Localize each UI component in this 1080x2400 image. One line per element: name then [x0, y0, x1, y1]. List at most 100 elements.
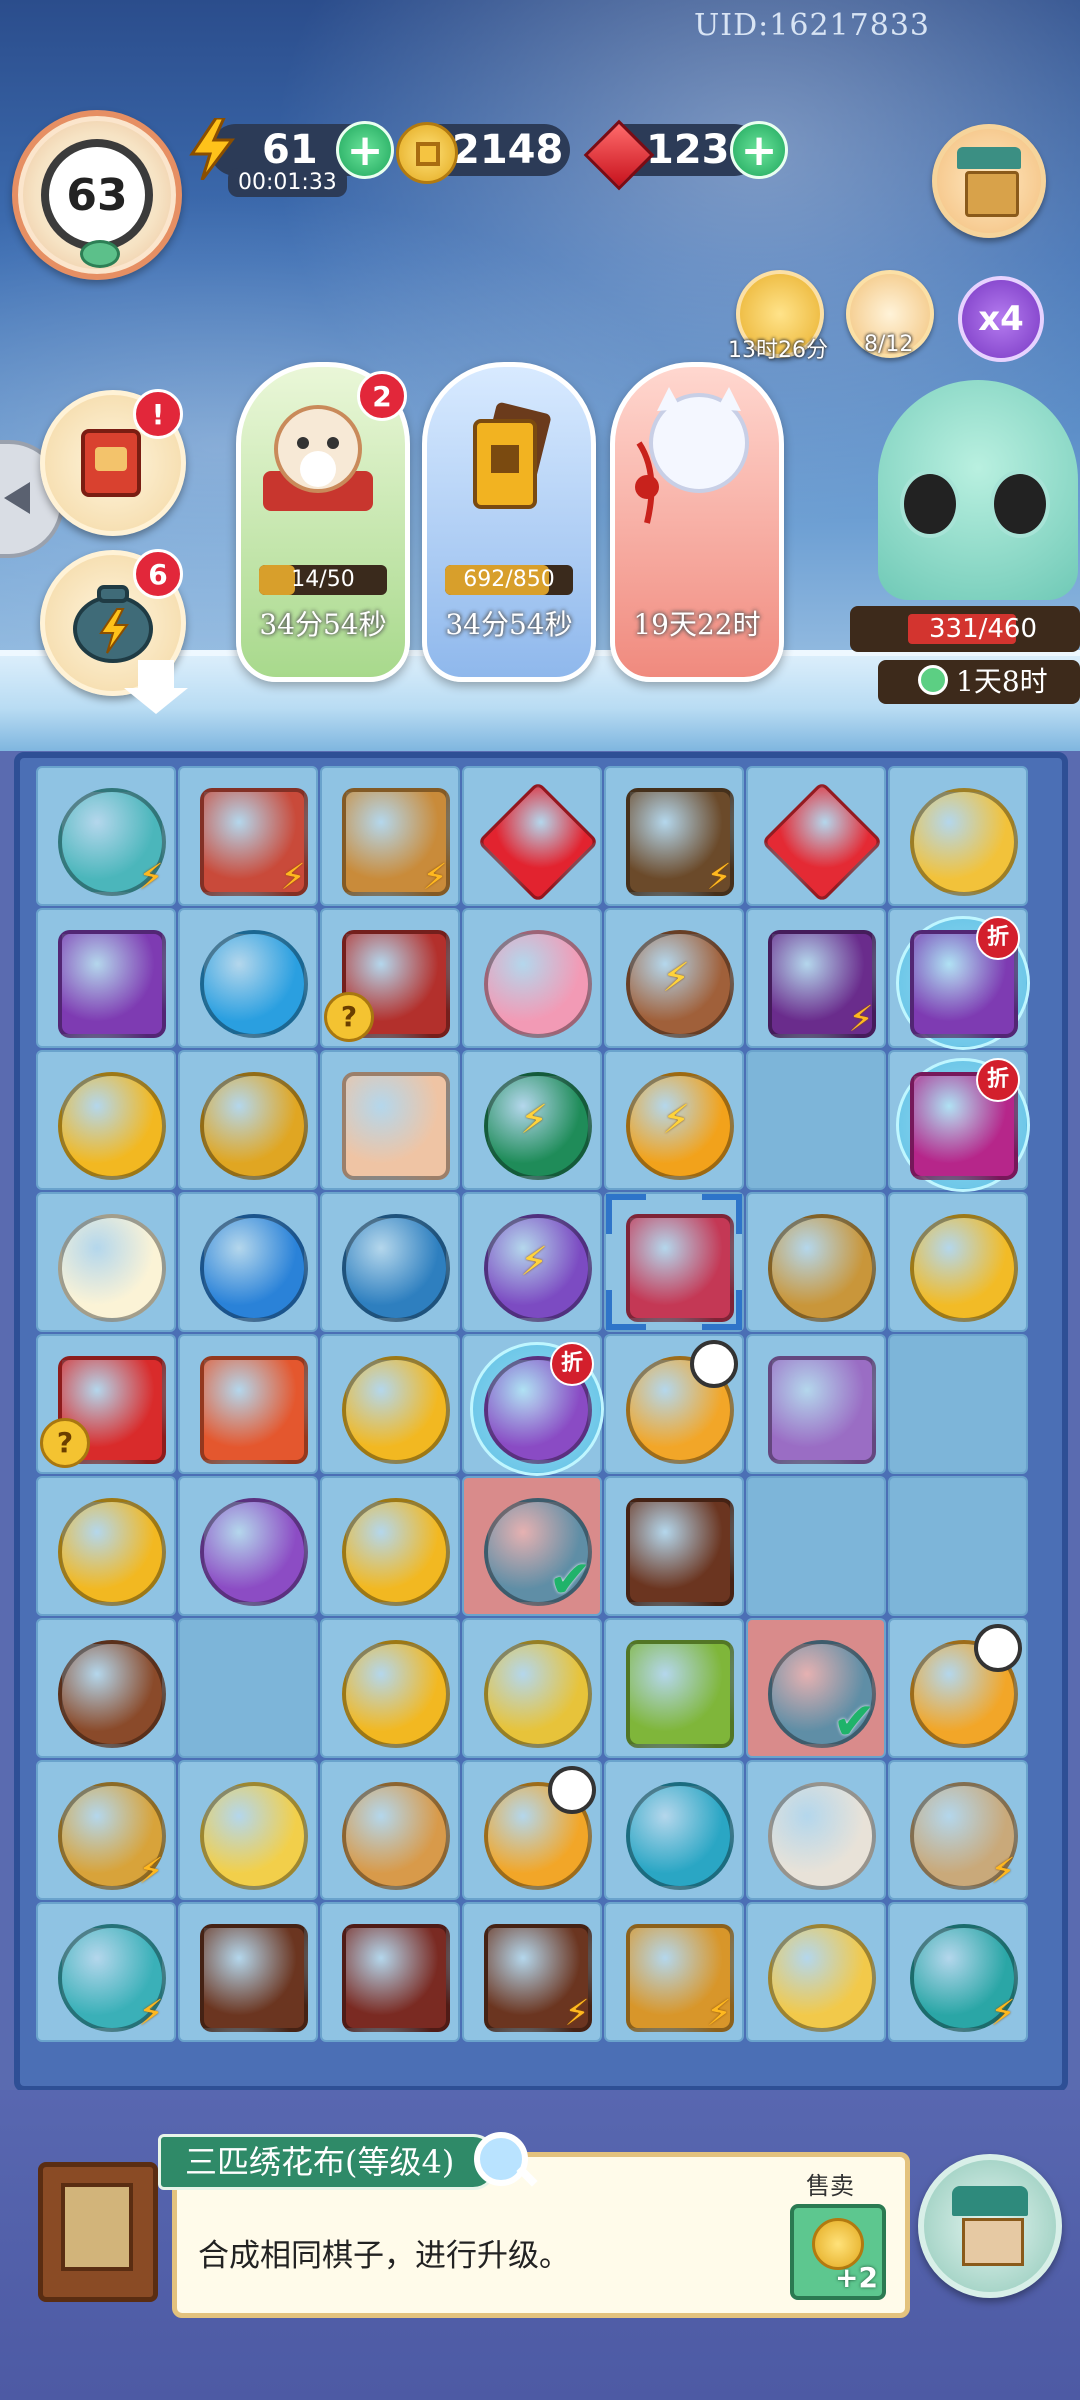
board-cell[interactable]	[746, 1050, 886, 1190]
board-cell[interactable]	[604, 1476, 744, 1616]
energy-timer: 00:01:33	[228, 168, 347, 197]
board-cell[interactable]: ⚡	[888, 1760, 1028, 1900]
fabric-roll-icon	[768, 1356, 876, 1464]
event-progress-text: 14/50	[291, 567, 355, 592]
red-box-icon	[342, 1924, 450, 2032]
tea-bowl-icon	[342, 1214, 450, 1322]
storage-cabinet-button[interactable]	[38, 2162, 158, 2302]
white-cat-lantern-icon	[635, 387, 749, 524]
board-cell[interactable]: ⚡	[36, 1902, 176, 2042]
fried-egg-icon	[58, 1214, 166, 1322]
board-cell[interactable]	[888, 766, 1028, 906]
board-cell[interactable]	[178, 1050, 318, 1190]
board-cell[interactable]	[888, 1192, 1028, 1332]
sell-label: 售卖	[806, 2172, 854, 2200]
board-cell[interactable]	[320, 1902, 460, 2042]
board-cell[interactable]: ⚡	[36, 766, 176, 906]
event-card-lantern[interactable]: 19天22时	[610, 362, 784, 682]
board-cell[interactable]	[320, 1760, 460, 1900]
temple-button[interactable]	[932, 124, 1046, 238]
speed-multiplier-button[interactable]: x4	[958, 276, 1044, 362]
board-cell[interactable]	[36, 1050, 176, 1190]
sell-button[interactable]: +2	[790, 2204, 886, 2300]
board-cell[interactable]: ?	[320, 908, 460, 1048]
board-cell[interactable]: ✔	[462, 1476, 602, 1616]
board-cell[interactable]	[746, 1192, 886, 1332]
board-cell[interactable]	[178, 1334, 318, 1474]
board-cell[interactable]	[604, 1760, 744, 1900]
board-cell[interactable]	[746, 1902, 886, 2042]
board-cell[interactable]	[320, 1618, 460, 1758]
board-cell[interactable]	[746, 1760, 886, 1900]
board-cell[interactable]	[178, 1476, 318, 1616]
event-card-ticket[interactable]: 692/850 34分54秒	[422, 362, 596, 682]
board-cell[interactable]	[888, 1334, 1028, 1474]
ruby-icon	[760, 780, 884, 904]
energy-add-button[interactable]: +	[336, 121, 394, 179]
board-cell[interactable]: 折	[888, 908, 1030, 1050]
pavilion-shop-button[interactable]	[918, 2154, 1062, 2298]
board-cell[interactable]: ⚡	[320, 766, 460, 906]
energy-bolt-icon: ⚡	[990, 1993, 1016, 2034]
quest-book-button[interactable]: !	[40, 389, 186, 536]
board-cell[interactable]: ⚡	[36, 1760, 176, 1900]
gems-value: 123	[646, 127, 730, 173]
board-cell[interactable]	[178, 1902, 318, 2042]
coin-pile-icon	[342, 1640, 450, 1748]
gold-bracelet-icon	[200, 1072, 308, 1180]
board-cell[interactable]	[178, 1760, 318, 1900]
cat-count-label: 8/12	[864, 332, 914, 357]
board-cell[interactable]: ⚡	[462, 1192, 602, 1332]
board-cell[interactable]	[888, 1618, 1028, 1758]
merge-board: ⚡ ⚡ ⚡ ⚡? ⚡ ⚡ 折 ⚡ ⚡ 折 ⚡? 折 ✔ ✔ ⚡ ⚡ ⚡ ⚡ ⚡ ⚡	[14, 752, 1068, 2092]
event-progress-fill	[259, 565, 295, 595]
board-cell[interactable]	[320, 1192, 460, 1332]
search-icon[interactable]	[474, 2132, 528, 2186]
board-cell[interactable]	[462, 908, 602, 1048]
board-cell[interactable]	[36, 1192, 176, 1332]
board-cell[interactable]	[36, 1476, 176, 1616]
board-cell[interactable]	[462, 766, 602, 906]
board-cell[interactable]: ⚡	[178, 766, 318, 906]
teapot-badge: 6	[133, 549, 183, 599]
board-cell[interactable]	[888, 1476, 1028, 1616]
board-cell[interactable]	[178, 908, 318, 1048]
board-cell[interactable]: ⚡	[604, 1902, 744, 2042]
board-cell[interactable]: ?	[36, 1334, 176, 1474]
energy-bolt-icon: ⚡	[280, 857, 306, 898]
board-cell[interactable]	[604, 1192, 744, 1332]
silk-cocoon-icon	[768, 1782, 876, 1890]
wok-timer-label: 13时26分	[728, 338, 828, 363]
energy-bolt-icon: ⚡	[422, 857, 448, 898]
board-cell[interactable]	[320, 1050, 460, 1190]
board-cell[interactable]	[746, 766, 886, 906]
board-cell[interactable]	[320, 1334, 460, 1474]
board-cell[interactable]	[746, 1476, 886, 1616]
board-cell[interactable]	[604, 1618, 744, 1758]
down-arrow-icon[interactable]	[124, 660, 188, 714]
gems-add-button[interactable]: +	[730, 121, 788, 179]
board-cell[interactable]: ⚡	[604, 766, 744, 906]
board-cell[interactable]	[746, 1334, 886, 1474]
board-cell[interactable]	[178, 1618, 318, 1758]
board-cell[interactable]	[178, 1192, 318, 1332]
board-cell[interactable]	[36, 1618, 176, 1758]
board-cell[interactable]: ⚡	[888, 1902, 1028, 2042]
board-cell[interactable]: ⚡	[462, 1902, 602, 2042]
event-card-cat-pillow[interactable]: 2 14/50 34分54秒	[236, 362, 410, 682]
board-cell[interactable]	[36, 908, 176, 1048]
board-cell[interactable]: ⚡	[604, 908, 744, 1048]
clock-icon	[918, 665, 948, 695]
board-cell[interactable]	[462, 1760, 602, 1900]
board-cell[interactable]: 折	[462, 1334, 604, 1476]
board-cell[interactable]: ⚡	[462, 1050, 602, 1190]
board-cell[interactable]	[604, 1334, 744, 1474]
board-cell[interactable]	[320, 1476, 460, 1616]
board-cell[interactable]: 折	[888, 1050, 1030, 1192]
board-cell[interactable]	[462, 1618, 602, 1758]
board-cell[interactable]: ⚡	[746, 908, 886, 1048]
discount-badge: 折	[976, 1058, 1020, 1102]
board-cell[interactable]: ⚡	[604, 1050, 744, 1190]
board-cell[interactable]: ✔	[746, 1618, 886, 1758]
level-badge[interactable]: 63	[12, 110, 182, 280]
